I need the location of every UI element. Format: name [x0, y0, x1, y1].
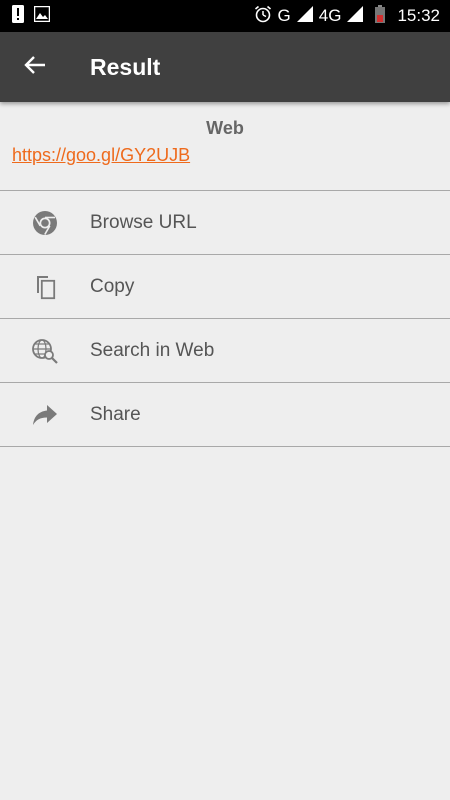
result-type-label: Web [206, 118, 244, 138]
network-type-label: G [277, 6, 291, 25]
signal-icon-2 [347, 5, 364, 27]
page-title: Result [90, 53, 161, 80]
action-label: Browse URL [90, 211, 197, 233]
status-right: G 4G 15:32 [254, 4, 440, 28]
status-left [12, 4, 51, 28]
signal-icon [296, 5, 313, 27]
back-arrow-icon [23, 53, 47, 82]
action-browse-url[interactable]: Browse URL [0, 191, 450, 255]
network-type-label-2: 4G [318, 6, 342, 25]
battery-icon [375, 4, 386, 28]
app-bar: Result [0, 32, 450, 102]
action-share[interactable]: Share [0, 383, 450, 447]
share-icon [0, 404, 90, 426]
web-search-icon [0, 338, 90, 364]
action-label: Share [90, 403, 141, 425]
status-bar: G 4G 15:32 [0, 0, 450, 32]
action-label: Search in Web [90, 339, 215, 361]
chrome-icon [0, 210, 90, 236]
alert-notification-icon [12, 4, 24, 28]
back-button[interactable] [0, 32, 70, 102]
action-copy[interactable]: Copy [0, 255, 450, 319]
image-notification-icon [33, 5, 51, 27]
clock-time: 15:32 [397, 6, 440, 25]
screen: G 4G 15:32 Result Web https://goo.gl/GY2… [0, 0, 450, 800]
copy-icon [0, 274, 90, 300]
action-label: Copy [90, 275, 135, 297]
action-search-in-web[interactable]: Search in Web [0, 319, 450, 383]
result-url-link[interactable]: https://goo.gl/GY2UJB [12, 145, 438, 166]
result-block: Web https://goo.gl/GY2UJB [0, 102, 450, 191]
alarm-icon [254, 5, 272, 28]
